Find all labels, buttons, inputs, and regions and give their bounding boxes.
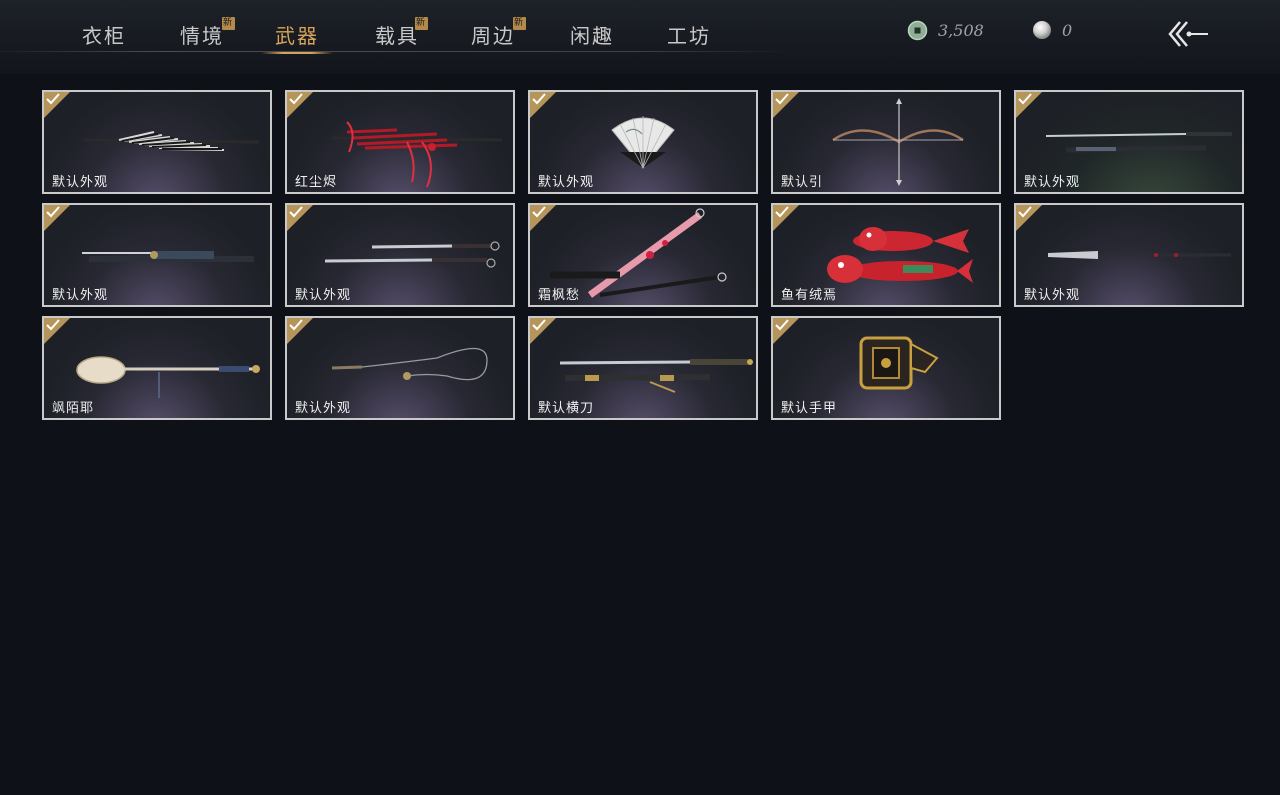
active-tab-indicator [261,52,333,54]
tab-label: 周边 [471,24,515,48]
item-card[interactable]: 默认外观 [1014,90,1244,194]
item-card[interactable]: 默认外观 [285,203,515,307]
item-card[interactable]: 霜枫愁 [528,203,758,307]
checkmark-icon [532,93,546,105]
tab-label: 闲趣 [570,24,614,48]
tab-label: 衣柜 [82,24,126,48]
checkmark-icon [775,319,789,331]
pearl-amount: 0 [1062,20,1073,40]
checkmark-icon [1018,93,1032,105]
item-label: 默认外观 [295,288,352,303]
tab-accessories[interactable]: 周边 新 [471,17,526,52]
item-card[interactable]: 默认外观 [42,203,272,307]
back-arrow-icon [1168,21,1208,47]
item-label: 红尘烬 [295,175,338,190]
item-label: 默认外观 [1024,288,1081,303]
item-card[interactable]: 鱼有绒焉 [771,203,1001,307]
coin-icon [907,20,928,41]
checkmark-icon [46,93,60,105]
item-card[interactable]: 默认引 [771,90,1001,194]
item-card[interactable]: 飒陌耶 [42,316,272,420]
item-card[interactable]: 默认横刀 [528,316,758,420]
coin-currency: 3,508 [907,20,984,41]
item-card[interactable]: 默认外观 [528,90,758,194]
checkmark-icon [289,93,303,105]
tab-label: 武器 [275,24,319,48]
coin-amount: 3,508 [938,21,984,40]
item-card[interactable]: 默认外观 [285,316,515,420]
tab-leisure[interactable]: 闲趣 [570,20,614,52]
checkmark-icon [775,206,789,218]
checkmark-icon [532,319,546,331]
item-label: 鱼有绒焉 [781,288,838,303]
tab-scenes[interactable]: 情境 新 [180,17,235,52]
item-label: 默认横刀 [538,401,595,416]
item-label: 默认外观 [52,175,109,190]
new-badge: 新 [513,17,526,30]
tab-workshop[interactable]: 工坊 [667,20,711,52]
item-label: 默认手甲 [781,401,838,416]
item-label: 默认外观 [538,175,595,190]
tab-label: 工坊 [667,24,711,48]
back-button[interactable] [1164,18,1212,50]
item-card[interactable]: 红尘烬 [285,90,515,194]
checkmark-icon [46,319,60,331]
item-card[interactable]: 默认外观 [42,90,272,194]
pearl-currency: 0 [1032,20,1072,40]
new-badge: 新 [415,17,428,30]
item-card[interactable]: 默认手甲 [771,316,1001,420]
pearl-icon [1033,21,1051,39]
item-label: 飒陌耶 [52,401,95,416]
item-label: 默认外观 [295,401,352,416]
checkmark-icon [532,206,546,218]
tab-weapons[interactable]: 武器 [261,20,333,54]
tab-mounts[interactable]: 载具 新 [375,17,428,52]
checkmark-icon [46,206,60,218]
item-card[interactable]: 默认外观 [1014,203,1244,307]
checkmark-icon [289,206,303,218]
checkmark-icon [289,319,303,331]
tab-label: 载具 [375,24,419,48]
item-label: 默认引 [781,175,824,190]
item-label: 霜枫愁 [538,288,581,303]
checkmark-icon [1018,206,1032,218]
tab-wardrobe[interactable]: 衣柜 [82,20,126,52]
item-label: 默认外观 [52,288,109,303]
checkmark-icon [775,93,789,105]
tab-label: 情境 [180,24,224,48]
new-badge: 新 [222,17,235,30]
item-label: 默认外观 [1024,175,1081,190]
